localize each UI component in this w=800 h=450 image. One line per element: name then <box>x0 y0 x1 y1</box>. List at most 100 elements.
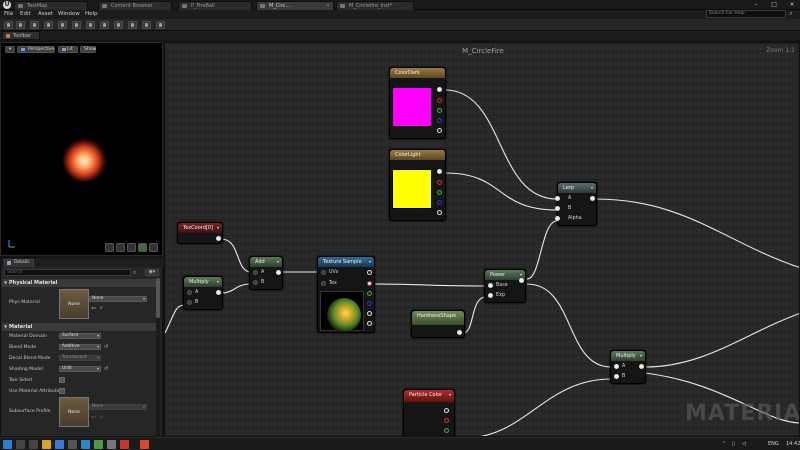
file-explorer-icon[interactable] <box>42 440 51 449</box>
shading-model-dropdown[interactable]: Unlit ▾ <box>59 366 101 372</box>
node-header[interactable]: ColorDark <box>390 68 445 78</box>
perspective-button[interactable]: Perspective <box>17 46 55 53</box>
output-pin[interactable] <box>590 196 595 201</box>
node-header[interactable]: TexCoord[0] ▾ <box>178 223 222 233</box>
network-icon[interactable]: ▯ <box>732 440 735 449</box>
output-rgb-pin[interactable] <box>444 408 449 413</box>
input-a-pin[interactable] <box>555 196 560 201</box>
subsurface-profile-thumbnail[interactable]: None <box>59 397 89 427</box>
collapse-arrow-icon[interactable]: ▾ <box>591 183 593 193</box>
output-a-pin[interactable] <box>437 128 442 133</box>
output-pin[interactable] <box>639 364 644 369</box>
preview-plane-icon[interactable] <box>127 243 136 252</box>
output-pin[interactable] <box>276 270 281 275</box>
use-selected-arrow-icon[interactable]: ⇦ <box>91 306 97 312</box>
search-toolbar-icon[interactable] <box>44 21 53 29</box>
clock[interactable]: 14:42 <box>786 440 800 449</box>
input-tex-pin[interactable] <box>321 281 326 286</box>
output-r-pin[interactable] <box>367 281 372 286</box>
node-color-light[interactable]: ColorLight <box>389 149 446 221</box>
category-physical-material[interactable]: ▼ Physical Material <box>2 279 156 287</box>
search-icon[interactable] <box>16 440 25 449</box>
preview-viewport[interactable]: ▾ Perspective Lit Show <box>0 42 163 256</box>
show-button[interactable]: Show <box>80 46 96 53</box>
eye-icon[interactable]: ◉▾ <box>145 269 159 276</box>
output-g-pin[interactable] <box>444 428 449 433</box>
subsurface-profile-dropdown[interactable]: None ▾ <box>89 404 147 410</box>
save-icon[interactable] <box>4 21 13 29</box>
output-b-pin[interactable] <box>367 301 372 306</box>
output-g-pin[interactable] <box>367 291 372 296</box>
output-rgb-pin[interactable] <box>437 169 442 174</box>
collapse-arrow-icon[interactable]: ▾ <box>640 351 642 361</box>
node-header[interactable]: HardnessShape <box>412 311 464 325</box>
collapse-arrow-icon[interactable]: ▾ <box>277 257 279 267</box>
input-alpha-pin[interactable] <box>555 216 560 221</box>
input-b-pin[interactable] <box>253 280 258 285</box>
menu-asset[interactable]: Asset <box>38 11 53 17</box>
output-g-pin[interactable] <box>437 108 442 113</box>
viewport-menu-button[interactable]: ▾ <box>5 46 15 53</box>
tray-chevron-icon[interactable]: ⌃ <box>722 440 726 449</box>
toolbar-tab[interactable]: Toolbar <box>2 31 40 40</box>
menu-window[interactable]: Window <box>58 11 80 17</box>
scrollbar-thumb[interactable] <box>156 278 160 318</box>
connectors-icon[interactable] <box>86 21 95 29</box>
mail-icon[interactable] <box>81 440 90 449</box>
collapse-arrow-icon[interactable]: ▾ <box>449 390 451 400</box>
output-rgb-pin[interactable] <box>367 270 372 275</box>
reset-to-default-icon[interactable]: ↺ <box>104 367 108 372</box>
blend-mode-dropdown[interactable]: Additive ▾ <box>59 344 101 350</box>
media-app-icon[interactable] <box>120 440 129 449</box>
browse-icon[interactable] <box>16 21 25 29</box>
collapse-arrow-icon[interactable]: ▾ <box>217 223 219 233</box>
output-pin[interactable] <box>216 290 221 295</box>
node-header[interactable]: Multiply ▾ <box>611 351 645 361</box>
live-nodes-icon[interactable] <box>114 21 123 29</box>
tab-content-browser[interactable]: Content Browser <box>98 1 172 10</box>
input-a-pin[interactable] <box>187 290 192 295</box>
start-icon[interactable] <box>3 440 12 449</box>
input-base-pin[interactable] <box>488 283 493 288</box>
volume-icon[interactable]: ◁ <box>742 440 746 449</box>
close-tab-icon[interactable]: ✕ <box>326 2 330 10</box>
node-particle-color[interactable]: Particle Color ▾ <box>403 389 455 436</box>
output-r-pin[interactable] <box>437 180 442 185</box>
output-g-pin[interactable] <box>437 190 442 195</box>
node-header[interactable]: Lerp ▾ <box>558 183 596 193</box>
preview-sphere-icon[interactable] <box>116 243 125 252</box>
node-power[interactable]: Power ▾ Base Exp <box>484 269 526 303</box>
material-graph-canvas[interactable]: M_CircleFire Zoom 1:1 ColorDark ColorLig… <box>164 42 800 437</box>
menu-help[interactable]: Help <box>85 11 98 17</box>
output-a-pin[interactable] <box>367 311 372 316</box>
material-domain-dropdown[interactable]: Surface ▾ <box>59 333 101 339</box>
input-b-pin[interactable] <box>555 206 560 211</box>
node-color-dark[interactable]: ColorDark <box>389 67 446 139</box>
output-r-pin[interactable] <box>437 98 442 103</box>
use-material-attributes-checkbox[interactable] <box>59 388 65 394</box>
tab-testmap[interactable]: TestMap <box>14 1 88 10</box>
node-header[interactable]: Add ▾ <box>250 257 282 267</box>
category-material[interactable]: ▼ Material <box>2 323 156 331</box>
two-sided-checkbox[interactable] <box>59 377 65 383</box>
unreal-engine-icon[interactable] <box>107 440 116 449</box>
phys-material-dropdown[interactable]: None ▾ <box>89 296 147 302</box>
details-scrollbar[interactable] <box>156 278 160 438</box>
node-header[interactable]: ColorLight <box>390 150 445 160</box>
tab-p-fireball[interactable]: P_FireBall <box>178 1 252 10</box>
browse-search-icon[interactable]: ⌕ <box>100 306 106 311</box>
node-lerp[interactable]: Lerp ▾ A B Alpha <box>555 182 597 226</box>
app-icon[interactable] <box>94 440 103 449</box>
node-header[interactable]: Texture Sample ▾ <box>318 257 374 267</box>
live-preview-icon[interactable] <box>100 21 109 29</box>
minimize-icon[interactable]: – <box>748 0 764 9</box>
collapse-arrow-icon[interactable]: ▾ <box>217 277 219 287</box>
hide-unrelated-icon[interactable] <box>142 21 151 29</box>
node-header[interactable]: Particle Color ▾ <box>404 390 454 402</box>
node-multiply-left[interactable]: Multiply ▾ A B <box>183 276 223 310</box>
language-indicator[interactable]: ENG <box>768 440 779 449</box>
reset-to-default-icon[interactable]: ↺ <box>104 345 108 350</box>
output-pin[interactable] <box>519 278 524 283</box>
node-add[interactable]: Add ▾ A B <box>249 256 283 290</box>
preview-cube-icon[interactable] <box>138 243 147 252</box>
